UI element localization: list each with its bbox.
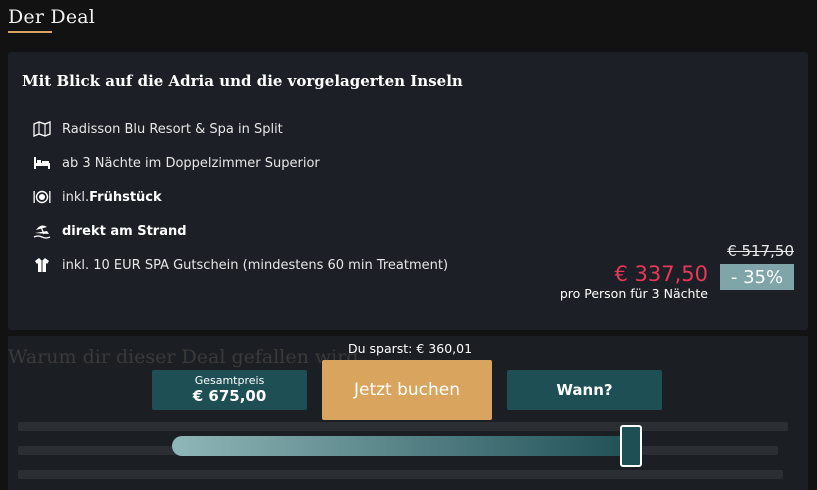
when-button[interactable]: Wann? (507, 370, 662, 410)
total-price-value: € 675,00 (192, 387, 267, 405)
map-icon (32, 120, 52, 138)
feature-text-bold: Frühstück (89, 189, 162, 205)
total-price-box: Gesamtpreis € 675,00 (152, 370, 307, 410)
discount-badge: - 35% (720, 264, 794, 290)
why-section-title: Warum dir dieser Deal gefallen wird (8, 346, 359, 368)
feature-beach: direkt am Strand (32, 220, 187, 242)
feature-text: Radisson Blu Resort & Spa in Split (62, 121, 283, 137)
deal-headline: Mit Blick auf die Adria und die vorgelag… (22, 72, 463, 90)
feature-room: ab 3 Nächte im Doppelzimmer Superior (32, 152, 320, 174)
feature-text: inkl. 10 EUR SPA Gutschein (mindestens 6… (62, 257, 449, 273)
bed-icon (32, 154, 52, 172)
feature-text: ab 3 Nächte im Doppelzimmer Superior (62, 155, 320, 171)
total-price-label: Gesamtpreis (194, 374, 265, 387)
faded-text-line (18, 470, 783, 479)
deal-card: Mit Blick auf die Adria und die vorgelag… (8, 52, 808, 330)
slider-handle[interactable] (620, 425, 642, 467)
bathrobe-icon (32, 256, 52, 274)
faded-text-line (18, 422, 788, 431)
feature-text: inkl. (62, 189, 90, 205)
section-title-underline (8, 31, 52, 33)
book-now-button[interactable]: Jetzt buchen (322, 360, 492, 420)
feature-breakfast: inkl. Frühstück (32, 186, 162, 208)
savings-text: Du sparst: € 360,01 (348, 341, 473, 356)
old-price: € 517,50 (727, 242, 794, 260)
feature-text-bold: direkt am Strand (62, 223, 187, 239)
beach-icon (32, 222, 52, 240)
per-person-note: pro Person für 3 Nächte (559, 286, 708, 301)
plate-icon (32, 188, 52, 206)
section-title: Der Deal (8, 6, 96, 28)
new-price: € 337,50 (614, 262, 708, 286)
feature-spa: inkl. 10 EUR SPA Gutschein (mindestens 6… (32, 254, 448, 276)
feature-hotel: Radisson Blu Resort & Spa in Split (32, 118, 283, 140)
slider-track[interactable] (172, 436, 634, 456)
